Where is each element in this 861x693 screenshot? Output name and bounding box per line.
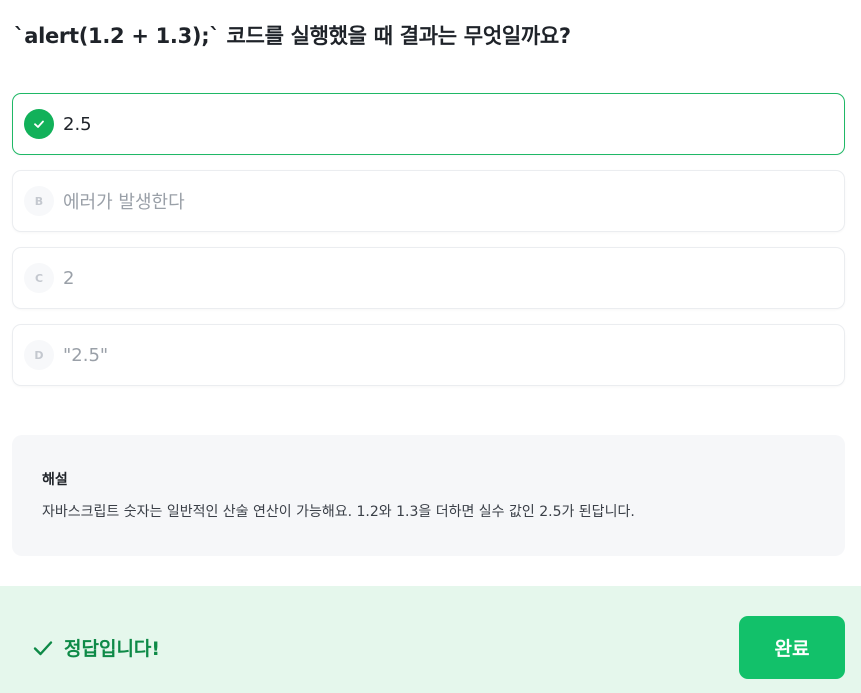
quiz-page: `alert(1.2 + 1.3);` 코드를 실행했을 때 결과는 무엇일까요…	[0, 0, 861, 693]
finish-button[interactable]: 완료	[739, 616, 845, 679]
option-c[interactable]: C 2	[12, 247, 845, 309]
option-letter-badge: C	[24, 263, 54, 293]
explanation-body: 자바스크립트 숫자는 일반적인 산술 연산이 가능해요. 1.2와 1.3을 더…	[42, 504, 635, 520]
result-footer: 정답입니다! 완료	[0, 586, 861, 693]
option-d[interactable]: D "2.5"	[12, 324, 845, 386]
explanation-title: 해설	[42, 472, 68, 488]
question-title: `alert(1.2 + 1.3);` 코드를 실행했을 때 결과는 무엇일까요…	[14, 24, 571, 48]
option-a[interactable]: 2.5	[12, 93, 845, 155]
result-message: 정답입니다!	[32, 634, 160, 661]
option-label: 2.5	[63, 113, 92, 135]
check-icon	[32, 637, 54, 659]
check-icon	[24, 109, 54, 139]
option-label: "2.5"	[63, 344, 109, 366]
explanation-panel: 해설 자바스크립트 숫자는 일반적인 산술 연산이 가능해요. 1.2와 1.3…	[12, 435, 845, 556]
option-letter-badge: B	[24, 186, 54, 216]
option-label: 에러가 발생한다	[63, 192, 185, 213]
option-b[interactable]: B 에러가 발생한다	[12, 170, 845, 232]
option-label: 2	[63, 267, 75, 289]
result-text: 정답입니다!	[64, 638, 161, 660]
option-letter-badge: D	[24, 340, 54, 370]
